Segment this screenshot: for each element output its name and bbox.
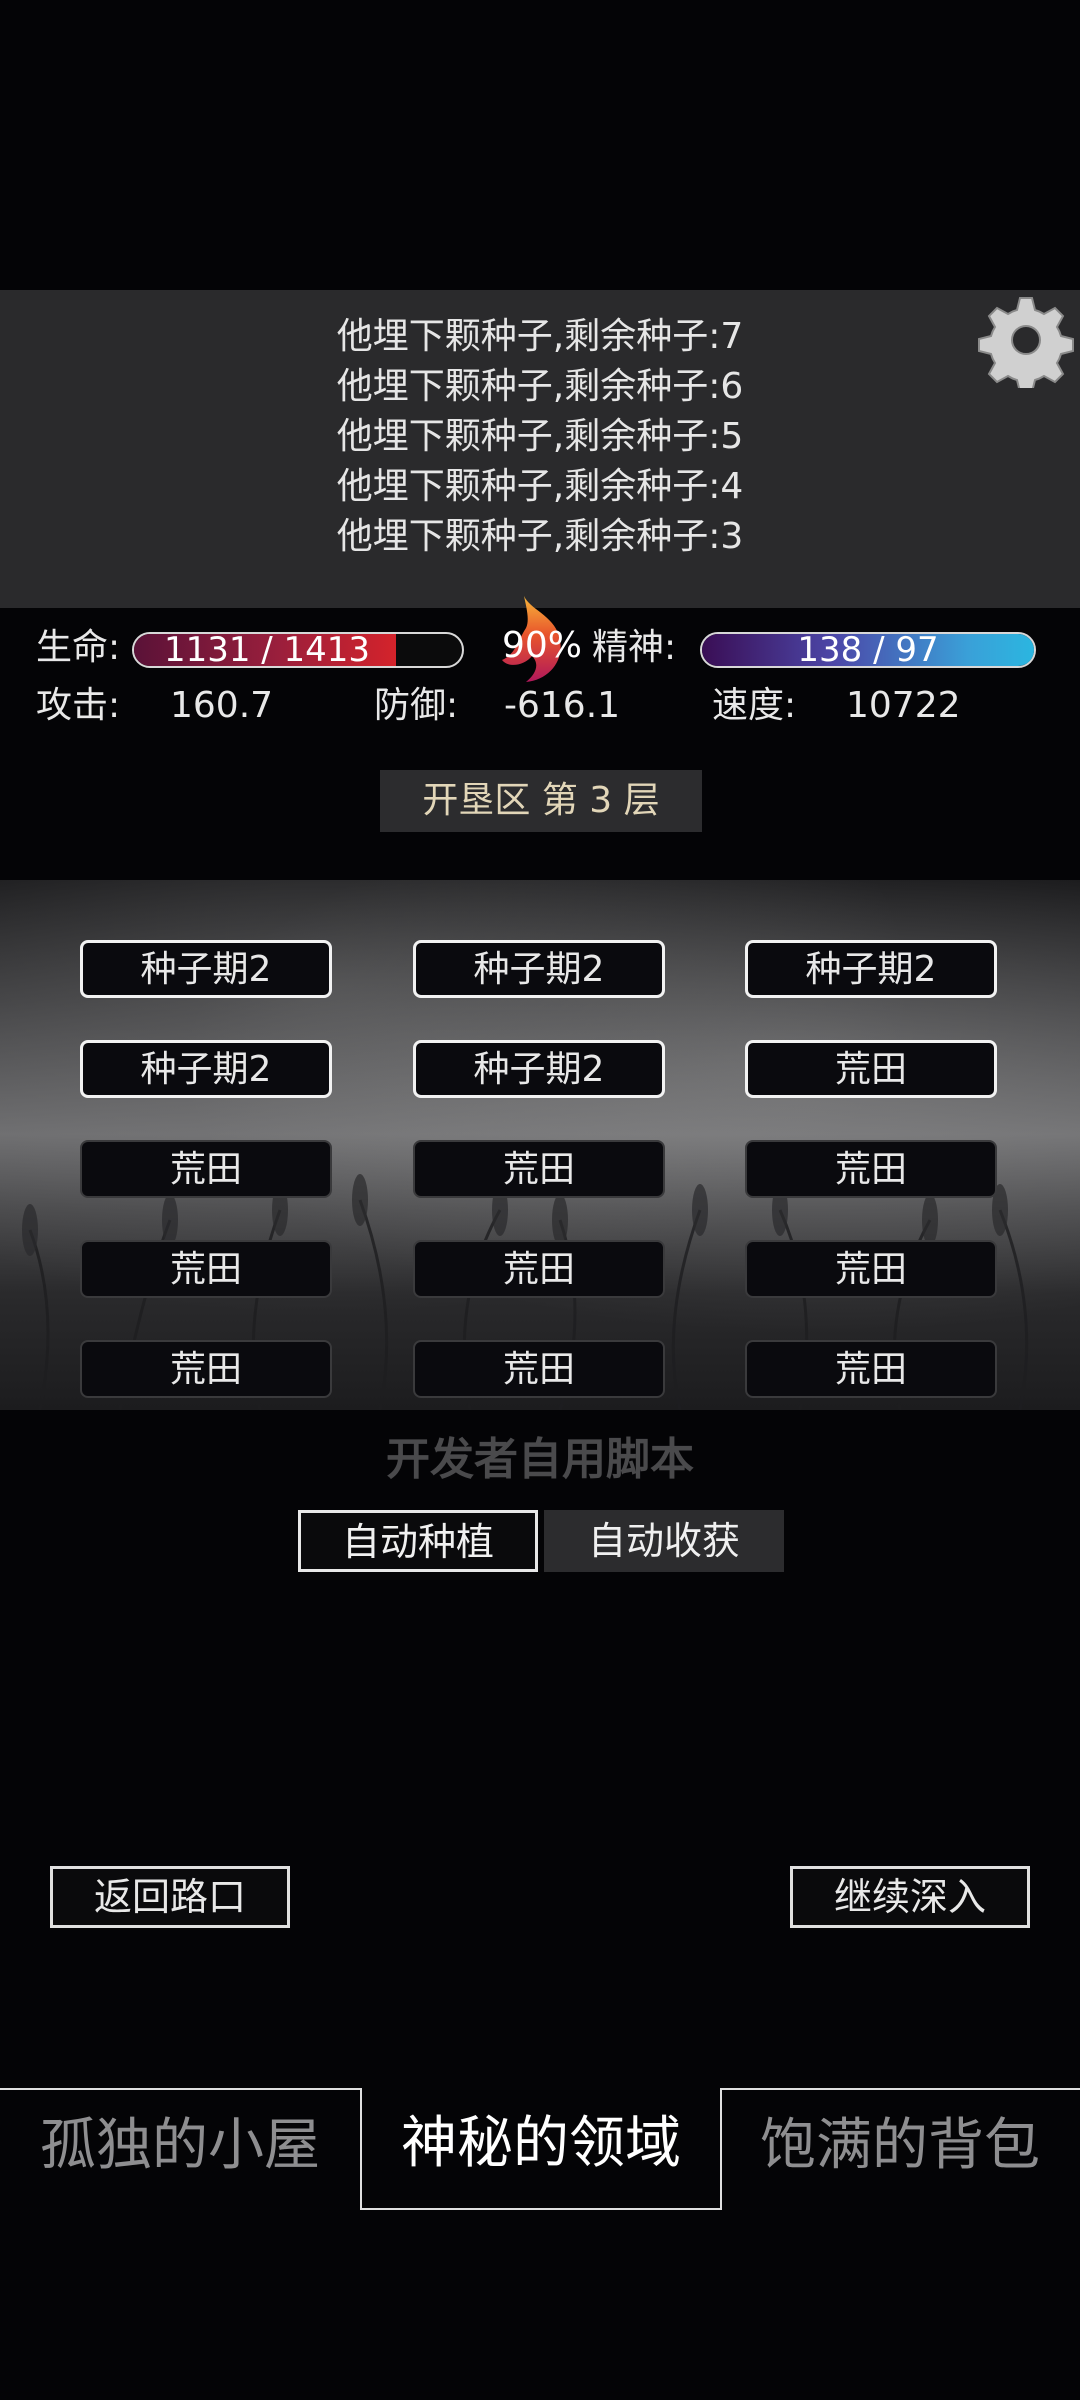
attack-label: 攻击: (36, 685, 121, 726)
message-log: 他埋下颗种子,剩余种子:7 他埋下颗种子,剩余种子:6 他埋下颗种子,剩余种子:… (0, 312, 1080, 562)
plot-r5-c1[interactable]: 荒田 (80, 1340, 332, 1398)
tab-lonely-cabin[interactable]: 孤独的小屋 (0, 2090, 360, 2206)
zone-title: 开垦区 第 3 层 (380, 770, 702, 832)
mood-percent: 90% (502, 625, 583, 666)
log-line: 他埋下颗种子,剩余种子:7 (336, 316, 744, 357)
plot-r1-c3[interactable]: 种子期2 (745, 940, 997, 998)
spirit-value: 138 / 97 (797, 632, 939, 668)
log-line: 他埋下颗种子,剩余种子:5 (336, 416, 744, 457)
speed-label: 速度: (712, 685, 797, 726)
plot-r2-c2[interactable]: 种子期2 (413, 1040, 665, 1098)
plot-r4-c3[interactable]: 荒田 (745, 1240, 997, 1298)
auto-harvest-button[interactable]: 自动收获 (544, 1510, 784, 1572)
hp-value: 1131 / 1413 (163, 632, 371, 668)
plot-r3-c3[interactable]: 荒田 (745, 1140, 997, 1198)
plot-r2-c1[interactable]: 种子期2 (80, 1040, 332, 1098)
defense-value: -616.1 (504, 685, 621, 726)
plot-r2-c3[interactable]: 荒田 (745, 1040, 997, 1098)
plot-r3-c1[interactable]: 荒田 (80, 1140, 332, 1198)
tab-full-backpack[interactable]: 饱满的背包 (720, 2090, 1080, 2206)
spirit-bar: 138 / 97 (700, 632, 1036, 668)
log-line: 他埋下颗种子,剩余种子:4 (336, 466, 744, 507)
plot-r4-c2[interactable]: 荒田 (413, 1240, 665, 1298)
log-line: 他埋下颗种子,剩余种子:3 (336, 516, 744, 557)
speed-value: 10722 (846, 685, 961, 726)
plot-r1-c2[interactable]: 种子期2 (413, 940, 665, 998)
plot-r1-c1[interactable]: 种子期2 (80, 940, 332, 998)
game-screen: 他埋下颗种子,剩余种子:7 他埋下颗种子,剩余种子:6 他埋下颗种子,剩余种子:… (0, 0, 1080, 2400)
plot-r5-c3[interactable]: 荒田 (745, 1340, 997, 1398)
hp-bar: 1131 / 1413 (132, 632, 464, 668)
attack-value: 160.7 (170, 685, 274, 726)
auto-plant-button[interactable]: 自动种植 (298, 1510, 538, 1572)
defense-label: 防御: (374, 685, 459, 726)
script-section-title: 开发者自用脚本 (386, 1434, 694, 1485)
go-deeper-button[interactable]: 继续深入 (790, 1866, 1030, 1928)
spirit-label: 精神: (592, 627, 677, 668)
plot-r3-c2[interactable]: 荒田 (413, 1140, 665, 1198)
return-crossroad-button[interactable]: 返回路口 (50, 1866, 290, 1928)
hp-label: 生命: (36, 627, 121, 668)
plot-r4-c1[interactable]: 荒田 (80, 1240, 332, 1298)
settings-gear-icon[interactable] (978, 292, 1074, 388)
log-line: 他埋下颗种子,剩余种子:6 (336, 366, 744, 407)
tab-mysterious-realm[interactable]: 神秘的领域 (360, 2088, 722, 2210)
plot-r5-c2[interactable]: 荒田 (413, 1340, 665, 1398)
